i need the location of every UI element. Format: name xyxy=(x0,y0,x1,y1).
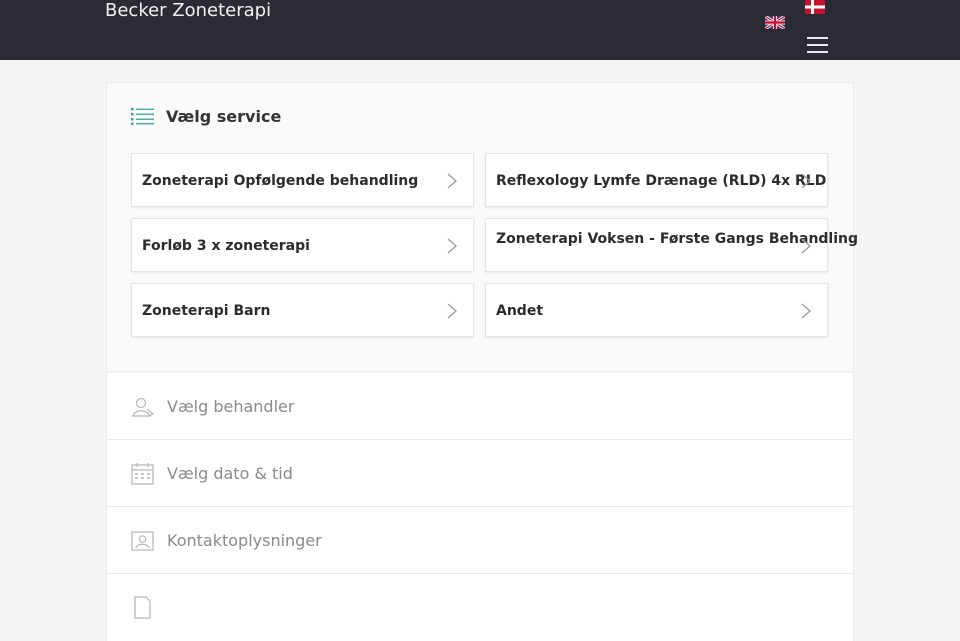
service-option[interactable]: Andet xyxy=(485,283,828,337)
step-next-partial[interactable] xyxy=(106,574,854,641)
hamburger-menu-icon[interactable] xyxy=(807,37,828,53)
service-option-label: Reflexology Lymfe Drænage (RLD) 4x RLD xyxy=(496,173,827,189)
chevron-right-icon xyxy=(447,238,457,254)
service-card-header: Vælg service xyxy=(131,105,281,127)
danish-flag-icon[interactable] xyxy=(805,0,825,14)
chevron-right-icon xyxy=(801,238,811,254)
service-option[interactable]: Zoneterapi Opfølgende behandling xyxy=(131,153,474,207)
service-card: Vælg service Zoneterapi Opfølgende behan… xyxy=(106,82,858,372)
step-label: Vælg behandler xyxy=(167,397,295,416)
service-card-title: Vælg service xyxy=(166,106,282,126)
step-contact-info[interactable]: Kontaktoplysninger xyxy=(106,507,854,574)
uk-flag-icon[interactable] xyxy=(765,16,785,29)
step-choose-date-time[interactable]: Vælg dato & tid xyxy=(106,440,854,507)
chevron-right-icon xyxy=(801,173,811,189)
person-icon xyxy=(132,397,154,417)
step-label: Kontaktoplysninger xyxy=(167,531,322,550)
service-option-label: Forløb 3 x zoneterapi xyxy=(142,238,310,254)
service-option-label: Zoneterapi Barn xyxy=(142,303,271,319)
chevron-right-icon xyxy=(447,173,457,189)
top-navbar: Becker Zoneterapi xyxy=(0,0,960,60)
service-option[interactable]: Zoneterapi Voksen - Første Gangs Behandl… xyxy=(485,218,858,272)
list-icon xyxy=(131,108,154,125)
service-option[interactable]: Reflexology Lymfe Drænage (RLD) 4x RLD xyxy=(485,153,828,207)
document-icon xyxy=(134,596,151,619)
step-choose-therapist[interactable]: Vælg behandler xyxy=(106,373,854,440)
service-option[interactable]: Forløb 3 x zoneterapi xyxy=(131,218,474,272)
step-label: Vælg dato & tid xyxy=(167,464,293,483)
chevron-right-icon xyxy=(447,303,457,319)
service-option[interactable]: Zoneterapi Barn xyxy=(131,283,474,337)
contact-card-icon xyxy=(131,531,154,551)
service-option-label: Andet xyxy=(496,303,544,319)
brand-title[interactable]: Becker Zoneterapi xyxy=(105,0,271,22)
calendar-icon xyxy=(131,463,154,485)
service-option-label: Zoneterapi Opfølgende behandling xyxy=(142,173,419,189)
chevron-right-icon xyxy=(801,303,811,319)
